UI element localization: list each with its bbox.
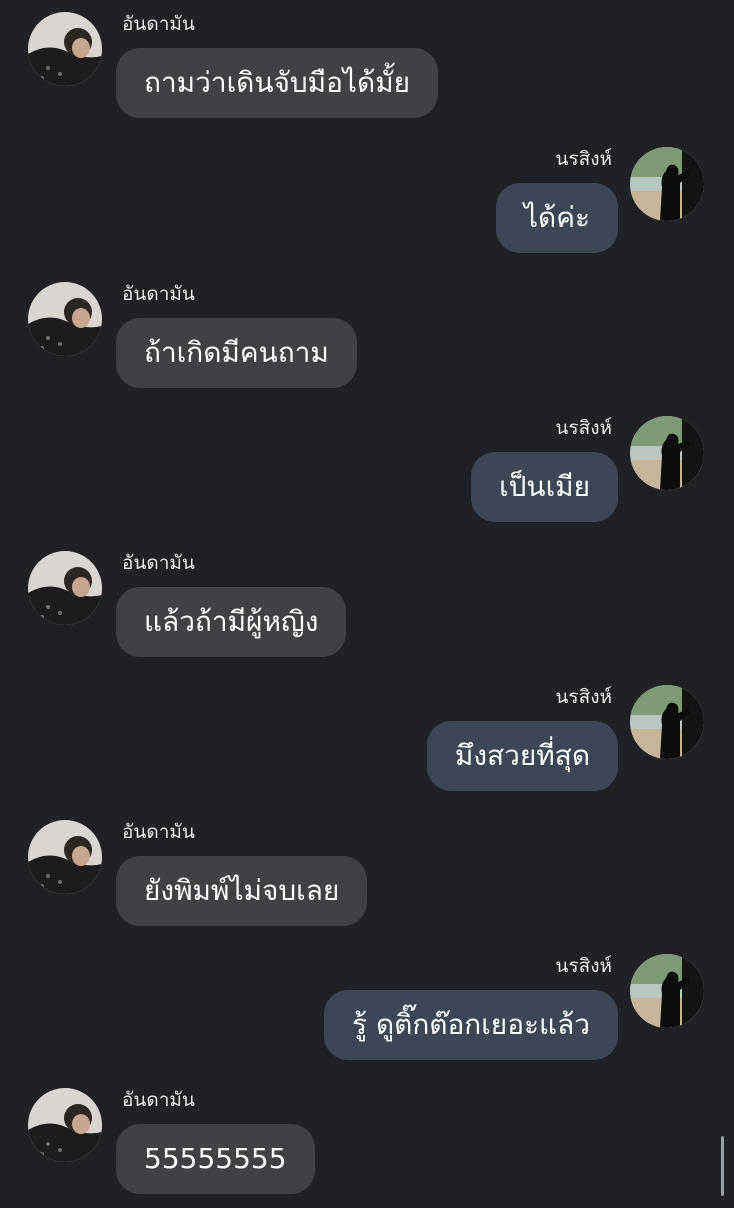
avatar[interactable] [630, 685, 704, 759]
message-row: อันดามัน 55555555 [0, 1088, 734, 1208]
message-bubble[interactable]: รู้ ดูติ๊กต๊อกเยอะแล้ว [324, 990, 618, 1060]
message-bubble[interactable]: ถามว่าเดินจับมือได้มั้ย [116, 48, 439, 118]
avatar[interactable] [630, 954, 704, 1028]
sender-name: อันดามัน [122, 13, 195, 35]
sender-name: นรสิงห์ [555, 417, 612, 439]
avatar[interactable] [28, 820, 102, 894]
message-row: นรสิงห์ รู้ ดูติ๊กต๊อกเยอะแล้ว [0, 954, 734, 1074]
sender-name: อันดามัน [122, 552, 195, 574]
sender-name: นรสิงห์ [555, 955, 612, 977]
person-lying-avatar-icon [28, 551, 102, 625]
message-bubble[interactable]: ยังพิมพ์ไม่จบเลย [116, 856, 368, 926]
scrollbar-thumb[interactable] [721, 1136, 724, 1196]
message-bubble[interactable]: ได้ค่ะ [495, 183, 618, 253]
sender-name: อันดามัน [122, 821, 195, 843]
sender-name: นรสิงห์ [555, 686, 612, 708]
silhouette-by-window-avatar-icon [630, 147, 704, 221]
silhouette-by-window-avatar-icon [630, 954, 704, 1028]
message-bubble[interactable]: 55555555 [116, 1124, 315, 1194]
silhouette-by-window-avatar-icon [630, 685, 704, 759]
message-row: นรสิงห์ ได้ค่ะ [0, 147, 734, 267]
sender-name: อันดามัน [122, 283, 195, 305]
message-row: อันดามัน ถามว่าเดินจับมือได้มั้ย [0, 12, 734, 132]
message-bubble[interactable]: แล้วถ้ามีผู้หญิง [116, 587, 347, 657]
person-lying-avatar-icon [28, 1088, 102, 1162]
message-bubble[interactable]: ถ้าเกิดมีคนถาม [116, 318, 357, 388]
avatar[interactable] [630, 416, 704, 490]
chat-thread: อันดามัน ถามว่าเดินจับมือได้มั้ย นรสิงห์… [0, 0, 734, 1200]
avatar[interactable] [28, 282, 102, 356]
message-row: อันดามัน แล้วถ้ามีผู้หญิง [0, 551, 734, 671]
avatar[interactable] [28, 1088, 102, 1162]
message-bubble[interactable]: เป็นเมีย [471, 452, 618, 522]
person-lying-avatar-icon [28, 12, 102, 86]
person-lying-avatar-icon [28, 282, 102, 356]
message-bubble[interactable]: มึงสวยที่สุด [426, 721, 618, 791]
person-lying-avatar-icon [28, 820, 102, 894]
sender-name: อันดามัน [122, 1089, 195, 1111]
silhouette-by-window-avatar-icon [630, 416, 704, 490]
message-row: อันดามัน ถ้าเกิดมีคนถาม [0, 282, 734, 402]
avatar[interactable] [630, 147, 704, 221]
message-row: นรสิงห์ เป็นเมีย [0, 416, 734, 536]
avatar[interactable] [28, 551, 102, 625]
avatar[interactable] [28, 12, 102, 86]
message-row: อันดามัน ยังพิมพ์ไม่จบเลย [0, 820, 734, 940]
sender-name: นรสิงห์ [555, 148, 612, 170]
message-row: นรสิงห์ มึงสวยที่สุด [0, 685, 734, 805]
